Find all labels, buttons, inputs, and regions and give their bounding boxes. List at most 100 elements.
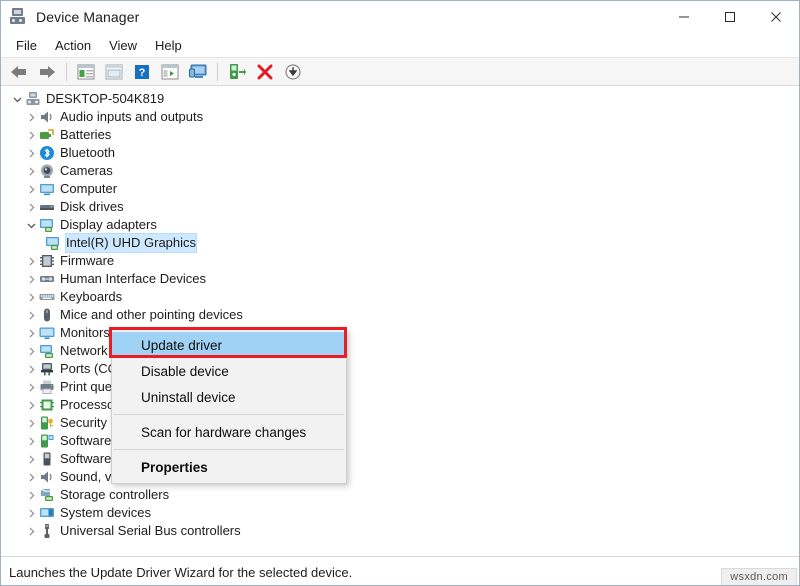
chevron-right-icon[interactable] [23,126,39,144]
chevron-right-icon[interactable] [23,450,39,468]
tree-root-label: DESKTOP-504K819 [46,91,165,106]
red-x-icon[interactable] [252,60,278,84]
device-context-menu[interactable]: Update driver Disable device Uninstall d… [111,329,347,484]
menu-item-view[interactable]: View [100,36,146,55]
context-menu-item-update-driver[interactable]: Update driver [112,332,346,358]
tree-node-label: Mice and other pointing devices [60,307,243,322]
maximize-button[interactable] [707,1,753,33]
chevron-right-icon[interactable] [23,486,39,504]
chevron-right-icon[interactable] [23,360,39,378]
tree-root-node[interactable]: DESKTOP-504K819 [1,90,799,108]
tree-node-bluetooth[interactable]: Bluetooth [1,144,799,162]
tree-node-batteries[interactable]: Batteries [1,126,799,144]
chevron-right-icon[interactable] [23,180,39,198]
toolbar-separator-2 [217,62,218,81]
chevron-right-icon[interactable] [23,468,39,486]
device-manager-icon [10,8,30,26]
chevron-right-icon[interactable] [23,414,39,432]
monitor-icon [39,325,55,341]
window-title: Device Manager [36,9,140,25]
tree-node-cameras[interactable]: Cameras [1,162,799,180]
tree-node-audio-inputs-and-outputs[interactable]: Audio inputs and outputs [1,108,799,126]
chevron-right-icon[interactable] [23,324,39,342]
security-device-icon [39,415,55,431]
tree-node-keyboards[interactable]: Keyboards [1,288,799,306]
context-menu-item-disable-device[interactable]: Disable device [112,358,346,384]
keyboard-icon [39,289,55,305]
menu-bar: File Action View Help [1,34,799,58]
system-device-icon [39,505,55,521]
chevron-right-icon[interactable] [23,396,39,414]
toolbar: ? [1,58,799,86]
tree-node-label: Universal Serial Bus controllers [60,523,241,538]
tree-node-label: Display adapters [60,217,157,232]
console-tree-icon[interactable] [73,60,99,84]
chevron-down-icon[interactable] [23,216,39,234]
tree-node-label: Bluetooth [60,145,115,160]
window-controls [661,1,799,33]
monitor-icon[interactable] [185,60,211,84]
device-manager-window: Device Manager File Action View Help ? D… [0,0,800,586]
tree-node-computer[interactable]: Computer [1,180,799,198]
display-adapter-icon [39,217,55,233]
tree-node-universal-serial-bus-controllers[interactable]: Universal Serial Bus controllers [1,522,799,540]
bluetooth-icon [39,145,55,161]
menu-item-help[interactable]: Help [146,36,191,55]
tree-node-label: System devices [60,505,152,520]
context-menu-item-properties[interactable]: Properties [112,454,346,480]
chevron-right-icon[interactable] [23,270,39,288]
tree-node-system-devices[interactable]: System devices [1,504,799,522]
close-button[interactable] [753,1,799,33]
tree-node-firmware[interactable]: Firmware [1,252,799,270]
context-menu-item-uninstall-device[interactable]: Uninstall device [112,384,346,410]
minimize-button[interactable] [661,1,707,33]
hid-icon [39,271,55,287]
context-menu-item-scan-for-hardware-changes[interactable]: Scan for hardware changes [112,419,346,445]
forward-arrow-icon[interactable] [34,60,60,84]
down-arrow-circle-icon[interactable] [280,60,306,84]
tree-node-label: Storage controllers [60,487,170,502]
properties-panel-icon[interactable] [101,60,127,84]
chevron-right-icon[interactable] [23,522,39,540]
computer-root-icon [25,91,41,107]
chevron-right-icon[interactable] [23,162,39,180]
status-bar: Launches the Update Driver Wizard for th… [1,557,799,585]
chevron-right-icon[interactable] [23,378,39,396]
question-mark-icon[interactable]: ? [129,60,155,84]
chevron-right-icon[interactable] [23,504,39,522]
tree-node-label: Firmware [60,253,115,268]
chevron-down-icon[interactable] [9,90,25,108]
chevron-right-icon[interactable] [23,432,39,450]
tree-node-storage-controllers[interactable]: Storage controllers [1,486,799,504]
chevron-right-icon[interactable] [23,288,39,306]
tree-node-disk-drives[interactable]: Disk drives [1,198,799,216]
tree-node-mice-and-other-pointing-devices[interactable]: Mice and other pointing devices [1,306,799,324]
chevron-right-icon[interactable] [23,144,39,162]
chevron-right-icon[interactable] [23,198,39,216]
chevron-right-icon[interactable] [23,252,39,270]
action-pane-icon[interactable] [157,60,183,84]
processor-icon [39,397,55,413]
scan-hardware-icon[interactable] [224,60,250,84]
tree-node-label: Batteries [60,127,112,142]
chevron-right-icon[interactable] [23,306,39,324]
menu-item-file[interactable]: File [7,36,46,55]
tree-node-intel-uhd-graphics[interactable]: Intel(R) UHD Graphics [1,233,799,253]
menu-item-action[interactable]: Action [46,36,100,55]
tree-node-display-adapters[interactable]: Display adapters [1,216,799,234]
display-adapter-icon [45,235,61,251]
tree-node-human-interface-devices[interactable]: Human Interface Devices [1,270,799,288]
printer-icon [39,379,55,395]
chevron-right-icon[interactable] [23,108,39,126]
tree-node-label: Human Interface Devices [60,271,206,286]
tree-node-label: Audio inputs and outputs [60,109,204,124]
port-icon [39,361,55,377]
disk-drive-icon [39,199,55,215]
software-device-icon [39,451,55,467]
back-arrow-icon[interactable] [6,60,32,84]
computer-icon [39,181,55,197]
device-tree-panel[interactable]: DESKTOP-504K819 Audio inputs and outputs [1,86,799,557]
svg-text:?: ? [139,67,146,79]
context-menu-separator-2 [114,449,344,450]
chevron-right-icon[interactable] [23,342,39,360]
